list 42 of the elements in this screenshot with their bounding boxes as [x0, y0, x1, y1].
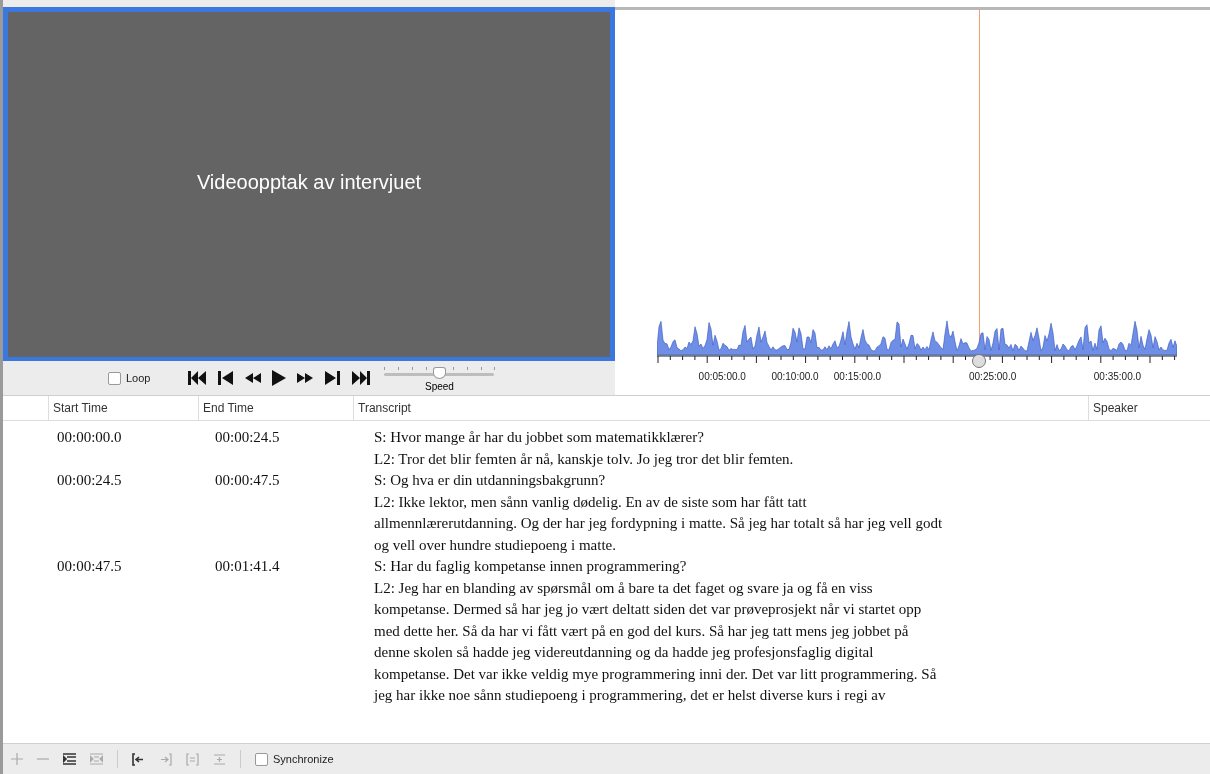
transcript-line: denne skolen så hadde jeg videreutdanning og da hadde jeg profesjonsfaglig digital: [374, 643, 875, 662]
next-icon[interactable]: [324, 371, 341, 385]
column-header[interactable]: Start Time: [48, 396, 198, 420]
rewind-icon[interactable]: [244, 371, 263, 385]
skip-to-end-icon[interactable]: [350, 371, 371, 385]
time-label: 00:10:00.0: [771, 371, 819, 382]
time-label: 00:15:00.0: [833, 371, 882, 382]
play-icon[interactable]: [272, 370, 287, 386]
skip-to-start-icon[interactable]: [188, 371, 209, 385]
transcript-line: kompetanse. Dermed så har jeg jo vært deltatt siden det var prøveprosjekt når vi startet opp: [374, 600, 923, 619]
transcript-line: med dette her. Så da har vi fått vært på en god del kurs. Så har jeg tatt mens jeg jobbet på: [374, 621, 910, 641]
end-time-cell-text: 00:00:47.5: [214, 471, 281, 490]
set-start-icon[interactable]: [132, 752, 145, 766]
transcript-line: L2: Tror det blir femten år nå, kanskje tolv. Jo jeg tror det blir femten.: [374, 449, 795, 469]
video-caption: Videoopptak av intervjuet: [196, 170, 422, 194]
transcript-line: L2: Ikke lektor, men sånn vanlig dødelig. En av de siste som har fått tatt: [374, 492, 808, 512]
fast-forward-icon[interactable]: [296, 371, 315, 385]
end-time-cell-text: 00:00:24.5: [214, 428, 281, 447]
time-label: 00:35:00.0: [1093, 371, 1142, 382]
transcript-line: og vell over hundre studiepoeng i matte.: [374, 535, 618, 555]
transcript-line: kompetanse. Det var ikke veldig mye programmering inni der. Det var litt programmering. Så: [374, 664, 938, 684]
start-time-cell-text: 00:00:00.0: [56, 428, 123, 447]
transcript-line: allmennlærerutdanning. Og der har jeg fordypning i matte. Så jeg har totalt så har jeg vell godt: [374, 514, 944, 533]
end-time-cell-text: 00:01:41.4: [214, 557, 281, 576]
start-time-cell-text: 00:00:24.5: [56, 471, 123, 490]
start-time-cell-text: 00:00:47.5: [56, 557, 123, 576]
transcript-line: jeg har ikke noe sånn studiepoeng i programmering, det er helst diverse kurs i regi av: [374, 686, 887, 705]
transcript-line: L2: Jeg har en blanding av spørsmål om å bare ta det faget og svare ja og få en viss: [374, 578, 874, 598]
column-header[interactable]: Speaker: [1088, 396, 1210, 420]
transcript-line: S: Hvor mange år har du jobbet som matematikklærer?: [374, 428, 705, 447]
loop-checkbox[interactable]: Loop: [108, 371, 151, 385]
synchronize-checkbox[interactable]: Synchronize: [255, 752, 334, 766]
time-label: 00:05:00.0: [698, 371, 746, 382]
column-header[interactable]: End Time: [198, 396, 353, 420]
time-label: 00:25:00.0: [969, 371, 1017, 382]
transcript-line: S: Og hva er din utdanningsbakgrunn?: [374, 471, 607, 490]
insert-row-icon[interactable]: [63, 753, 76, 765]
previous-icon[interactable]: [218, 371, 235, 385]
column-header[interactable]: Transcript: [353, 396, 1088, 420]
playhead-handle[interactable]: [972, 354, 987, 368]
speed-label: Speed: [425, 381, 454, 392]
transcript-line: S: Har du faglig kompetanse innen programmering?: [374, 557, 688, 576]
